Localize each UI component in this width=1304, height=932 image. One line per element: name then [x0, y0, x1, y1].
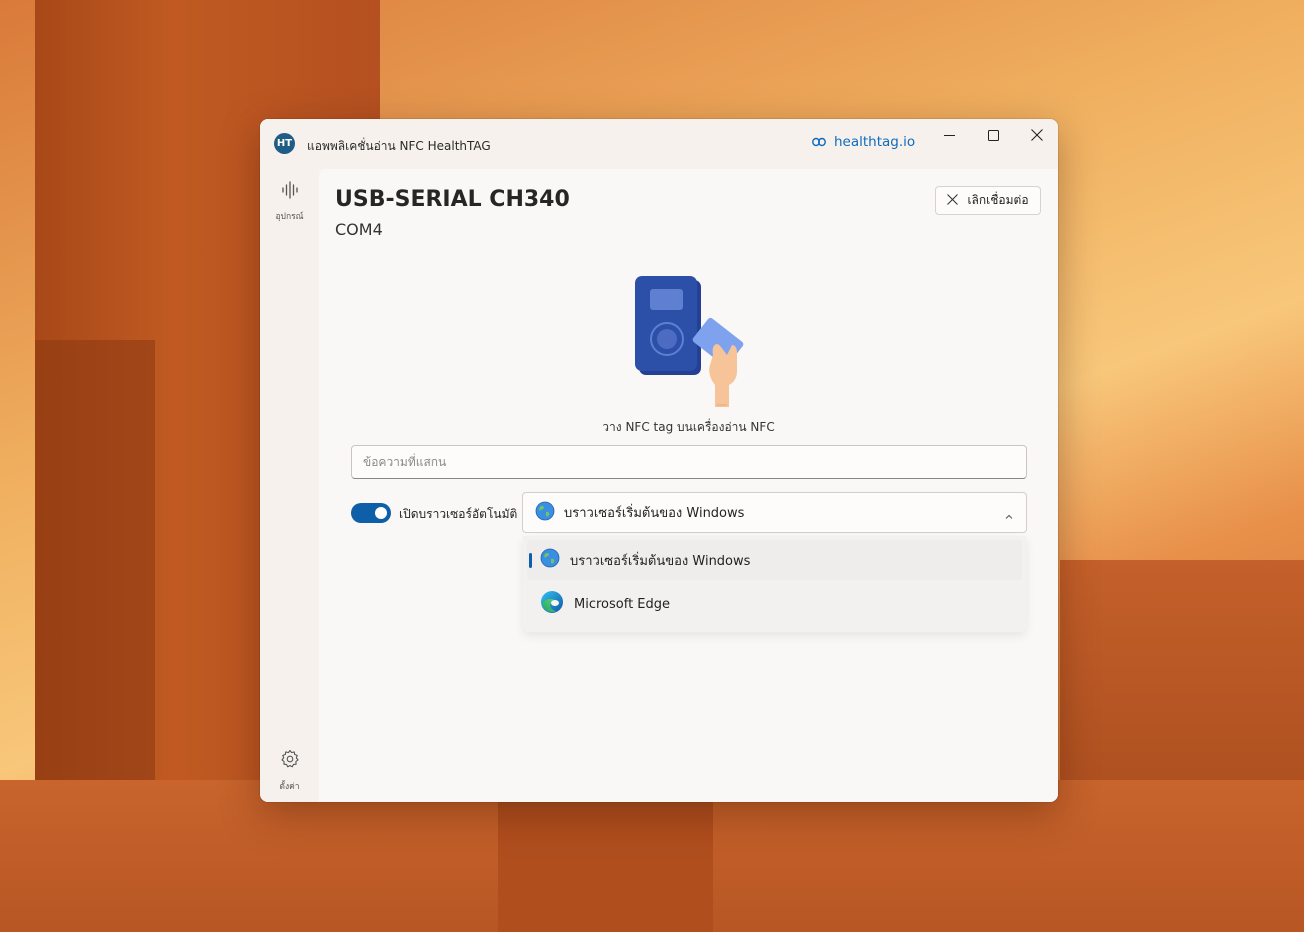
- device-name: USB-SERIAL CH340: [335, 187, 570, 212]
- edge-icon: [540, 590, 564, 618]
- globe-icon: [540, 548, 560, 572]
- sidebar-item-settings[interactable]: ตั้งค่า: [260, 749, 319, 793]
- window-title: แอพพลิเคชั่นอ่าน NFC HealthTAG: [307, 139, 491, 153]
- sound-wave-icon: [281, 181, 299, 203]
- app-window: HT แอพพลิเคชั่นอ่าน NFC HealthTAG health…: [260, 119, 1058, 802]
- app-logo: HT: [274, 133, 295, 154]
- website-link[interactable]: healthtag.io: [812, 134, 915, 150]
- main-content: USB-SERIAL CH340 COM4 เลิกเชื่อมต่อ วาง …: [319, 169, 1058, 802]
- gear-icon: [280, 749, 300, 773]
- minimize-button[interactable]: [927, 119, 971, 151]
- minimize-icon: [943, 126, 955, 145]
- chevron-up-icon: [1004, 507, 1014, 526]
- browser-option-edge[interactable]: Microsoft Edge: [527, 584, 1022, 624]
- selection-indicator: [529, 553, 532, 568]
- maximize-icon: [987, 126, 999, 145]
- browser-option-label: บราวเซอร์เริ่มต้นของ Windows: [570, 553, 751, 569]
- browser-option-label: Microsoft Edge: [574, 596, 671, 612]
- auto-browser-toggle[interactable]: [351, 503, 391, 523]
- scan-input[interactable]: [351, 445, 1027, 479]
- title-bar[interactable]: HT แอพพลิเคชั่นอ่าน NFC HealthTAG health…: [260, 119, 1058, 169]
- disconnect-button[interactable]: เลิกเชื่อมต่อ: [935, 186, 1041, 215]
- disconnect-label: เลิกเชื่อมต่อ: [967, 193, 1029, 207]
- link-icon: [812, 135, 826, 149]
- browser-option-windows-default[interactable]: บราวเซอร์เริ่มต้นของ Windows: [527, 540, 1022, 580]
- sidebar-item-devices[interactable]: อุปกรณ์: [260, 181, 319, 223]
- nfc-reader-illustration: [633, 275, 753, 407]
- globe-icon: [535, 501, 555, 525]
- browser-dropdown: บราวเซอร์เริ่มต้นของ Windows Microsoft E…: [523, 536, 1026, 632]
- browser-select[interactable]: บราวเซอร์เริ่มต้นของ Windows: [522, 492, 1027, 533]
- device-port: COM4: [335, 220, 383, 239]
- website-link-text: healthtag.io: [834, 134, 916, 150]
- toggle-knob: [375, 507, 387, 519]
- instruction-text: วาง NFC tag บนเครื่องอ่าน NFC: [602, 420, 775, 434]
- close-button[interactable]: [1015, 119, 1058, 151]
- sidebar: อุปกรณ์ ตั้งค่า: [260, 169, 319, 802]
- close-icon: [947, 193, 959, 208]
- browser-select-value: บราวเซอร์เริ่มต้นของ Windows: [564, 506, 745, 521]
- close-icon: [1031, 126, 1043, 145]
- sidebar-item-label: ตั้งค่า: [279, 782, 300, 792]
- maximize-button[interactable]: [971, 119, 1015, 151]
- auto-browser-label: เปิดบราวเซอร์อัตโนมัติ: [399, 507, 518, 521]
- wallpaper-pillar-front: [498, 790, 713, 932]
- sidebar-item-label: อุปกรณ์: [275, 212, 304, 222]
